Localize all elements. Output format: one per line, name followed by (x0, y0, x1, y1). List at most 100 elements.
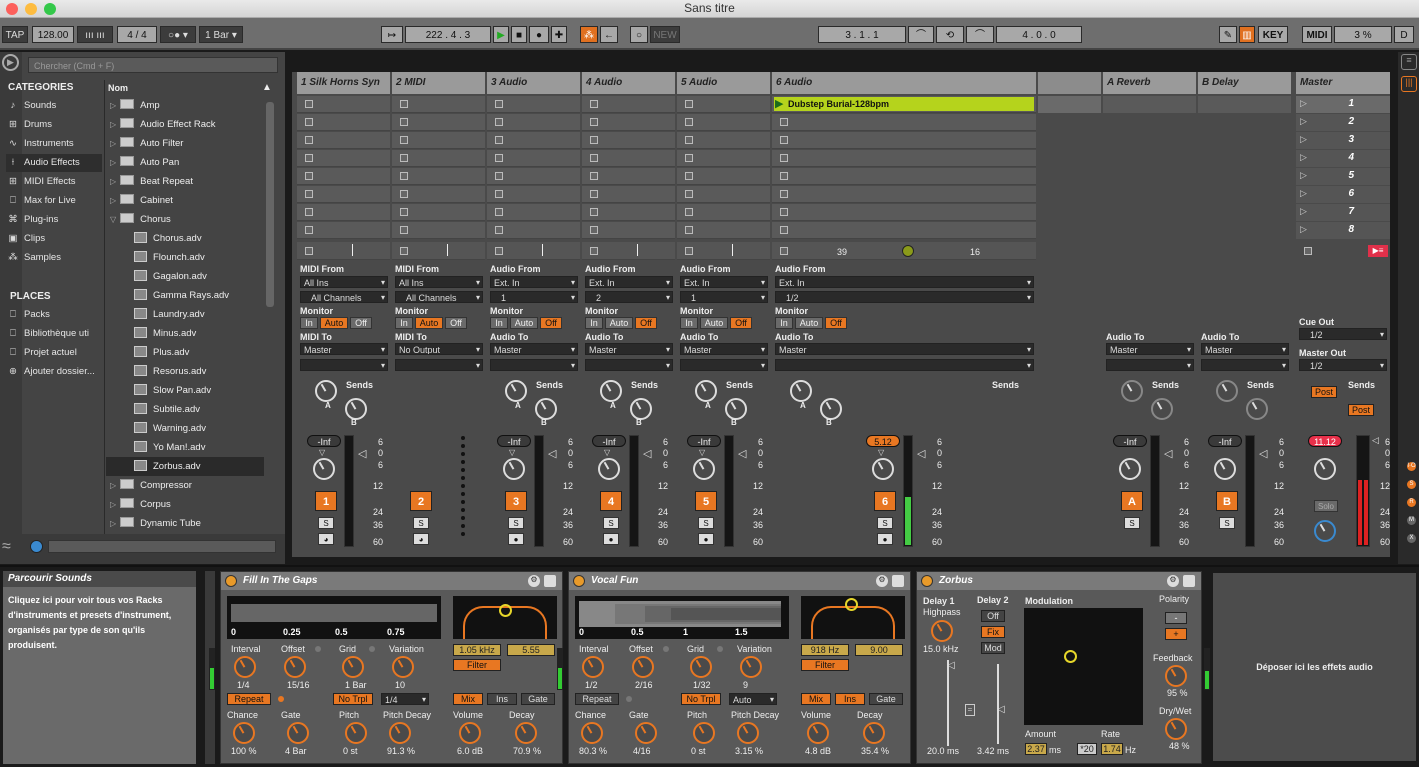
back-to-arrangement-icon[interactable]: ← (600, 26, 618, 43)
clip-stop-button[interactable] (305, 208, 313, 216)
track-header[interactable]: 1 Silk Horns Syn (297, 72, 390, 94)
gate-mode-button[interactable]: Gate (521, 693, 555, 705)
post-button-2[interactable]: Post (1348, 404, 1374, 416)
scene-play-icon[interactable]: ▷ (1300, 152, 1307, 163)
output-type-select[interactable]: Master (1106, 343, 1194, 355)
monitor-auto-button[interactable]: Auto (795, 317, 823, 329)
clip-stop-button[interactable] (590, 190, 598, 198)
draw-mode-icon[interactable]: ✎ (1219, 26, 1237, 43)
clip-slot[interactable] (297, 222, 390, 239)
clip-stop-button[interactable] (305, 172, 313, 180)
param-knob[interactable] (515, 722, 537, 744)
master-volume-value[interactable]: 11.12 (1308, 435, 1342, 447)
clip-stop-button[interactable] (400, 136, 408, 144)
master-out-select[interactable]: 1/2 (1299, 359, 1387, 371)
clip-stop-button[interactable] (685, 118, 693, 126)
clip-slot[interactable] (677, 114, 770, 131)
clip-stop-button[interactable] (685, 172, 693, 180)
clip-slot[interactable] (677, 168, 770, 185)
volume-slider-handle[interactable]: ◁ (643, 447, 651, 460)
preview-bar[interactable] (48, 540, 276, 553)
monitor-in-button[interactable]: In (585, 317, 603, 329)
volume-value[interactable]: -Inf (687, 435, 721, 447)
clip-stop-button[interactable] (590, 118, 598, 126)
clip-slot[interactable] (582, 186, 675, 203)
input-channel-select[interactable]: All Channels (300, 291, 388, 303)
folder-item[interactable]: ▷ Audio Effect Rack (106, 115, 264, 134)
input-channel-select[interactable]: 1 (680, 291, 768, 303)
track-activator-button[interactable]: 4 (600, 491, 622, 511)
arm-button[interactable]: ◕ (318, 533, 334, 545)
track-activator-button[interactable]: 2 (410, 491, 432, 511)
folder-item[interactable]: ▷ Compressor (106, 476, 264, 495)
scene-launch-3[interactable]: ▷ 3 (1296, 132, 1390, 149)
place-item-2[interactable]: ⎕ Projet actuel (6, 344, 102, 362)
insert-mode-button[interactable]: Ins (487, 693, 517, 705)
stop-clips-button[interactable] (685, 247, 693, 255)
expand-arrow-icon[interactable]: ▷ (110, 500, 116, 509)
device-power-icon[interactable] (225, 575, 237, 587)
session-record-icon[interactable]: ○ (630, 26, 648, 43)
clip-slot[interactable] (392, 222, 485, 239)
clip-stop-button[interactable] (685, 100, 693, 108)
scene-play-icon[interactable]: ▷ (1300, 188, 1307, 199)
volume-value[interactable]: -Inf (1113, 435, 1147, 447)
return-activator-button[interactable]: A (1121, 491, 1143, 511)
pan-knob[interactable] (1119, 458, 1141, 480)
clip-stop-button[interactable] (590, 136, 598, 144)
send-a-knob[interactable] (790, 380, 812, 402)
clip-slot[interactable] (677, 96, 770, 113)
input-type-select[interactable]: Ext. In (775, 276, 1034, 288)
clip-stop-button[interactable] (305, 100, 313, 108)
clip-slot[interactable] (392, 96, 485, 113)
folder-item[interactable]: ▷ Amp (106, 96, 264, 115)
clip-stop-button[interactable] (495, 208, 503, 216)
minimize-window-button[interactable] (25, 3, 37, 15)
play-icon[interactable]: ▶ (493, 26, 509, 43)
output-channel-select[interactable] (1201, 359, 1289, 371)
solo-button[interactable]: S (1219, 517, 1235, 529)
pan-knob[interactable] (598, 458, 620, 480)
category-audio-effects[interactable]: ⟊ Audio Effects (6, 154, 102, 172)
record-arrangement-icon[interactable]: ▶≡ (1368, 245, 1388, 257)
volume-slider-handle[interactable]: ◁ (1259, 447, 1267, 460)
solo-button[interactable]: S (413, 517, 429, 529)
output-type-select[interactable]: Master (1201, 343, 1289, 355)
send-b-knob[interactable] (1151, 398, 1173, 420)
param-knob[interactable] (632, 656, 654, 678)
output-type-select[interactable]: No Output (395, 343, 483, 355)
stop-clips-button[interactable] (495, 247, 503, 255)
clip-stop-button[interactable] (590, 226, 598, 234)
device-power-icon[interactable] (573, 575, 585, 587)
arm-button[interactable]: ● (698, 533, 714, 545)
param-knob[interactable] (345, 722, 367, 744)
monitor-off-button[interactable]: Off (730, 317, 752, 329)
category-samples[interactable]: ⁂ Samples (6, 249, 102, 267)
crossfader-toggle-icon[interactable]: X (1407, 534, 1416, 543)
clip-slot[interactable] (677, 204, 770, 221)
clip-slot[interactable] (582, 114, 675, 131)
punch-out-icon[interactable]: ⌒ (966, 26, 994, 43)
filter-frequency-value[interactable]: 1.05 kHz (453, 644, 501, 656)
monitor-off-button[interactable]: Off (350, 317, 372, 329)
scene-launch-8[interactable]: ▷ 8 (1296, 222, 1390, 239)
clip-stop-button[interactable] (685, 136, 693, 144)
returns-toggle-icon[interactable]: R (1407, 498, 1416, 507)
modulation-xy-pad[interactable] (1024, 608, 1143, 725)
scene-launch-6[interactable]: ▷ 6 (1296, 186, 1390, 203)
monitor-auto-button[interactable]: Auto (320, 317, 348, 329)
clip-play-icon[interactable]: ▶ (775, 97, 783, 110)
monitor-in-button[interactable]: In (775, 317, 793, 329)
clip-slot[interactable] (487, 204, 580, 221)
browser-search-input[interactable]: Chercher (Cmd + F) (28, 57, 278, 73)
clip-stop-button[interactable] (780, 226, 788, 234)
param-knob[interactable] (287, 722, 309, 744)
arm-button[interactable]: ● (508, 533, 524, 545)
filter-frequency-value[interactable]: 918 Hz (801, 644, 849, 656)
folder-item[interactable]: ▷ Corpus (106, 495, 264, 514)
clip-stop-button[interactable] (305, 154, 313, 162)
clip-slot[interactable] (772, 204, 1036, 221)
no-triplet-button[interactable]: No Trpl (333, 693, 373, 705)
master-pan-knob[interactable] (1314, 458, 1336, 480)
no-triplet-button[interactable]: No Trpl (681, 693, 721, 705)
